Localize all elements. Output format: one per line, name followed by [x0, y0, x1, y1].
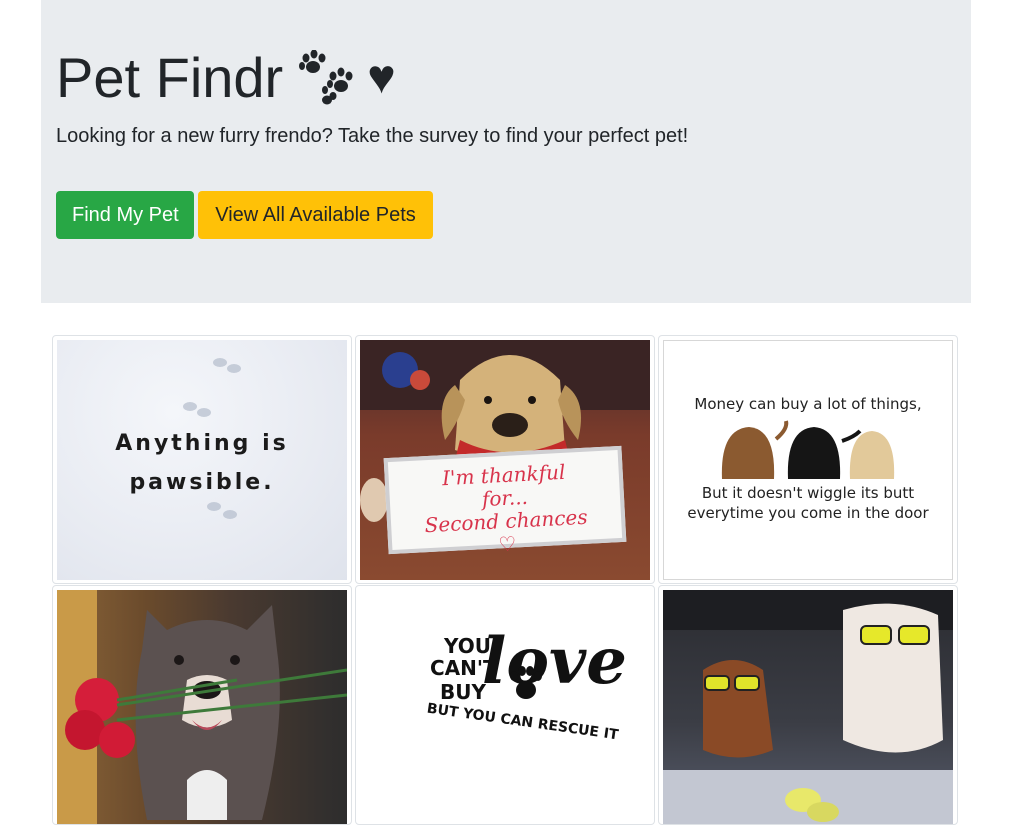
gallery-image-money-wiggle[interactable]: Money can buy a lot of things, But it do… [658, 335, 958, 584]
gallery-image-cant-buy-love[interactable]: YOU CAN'T BUY love BUT YOU CAN RESCUE IT [355, 585, 655, 825]
page-title-text: Pet Findr [56, 46, 284, 109]
view-all-pets-button[interactable]: View All Available Pets [198, 191, 433, 239]
money-wiggle-image: Money can buy a lot of things, But it do… [663, 340, 953, 580]
dogs-in-sunglasses-image [663, 590, 953, 824]
love-script-text: love [482, 624, 627, 699]
gallery-image-thankful-dog[interactable]: I'm thankful for... Second chances ♡ [355, 335, 655, 584]
thankful-sign: I'm thankful for... Second chances ♡ [383, 445, 627, 556]
gallery-image-anything-pawsible[interactable]: Anything is pawsible. [52, 335, 352, 584]
quote-line-2: pawsible. [129, 470, 275, 495]
snow-pawprints-image: Anything is pawsible. [57, 340, 347, 580]
quote-line-1: Anything is [115, 431, 289, 456]
gallery-image-pitbull-roses[interactable] [52, 585, 352, 825]
lead-text: Looking for a new furry frendo? Take the… [56, 125, 689, 147]
lab-with-sign-image: I'm thankful for... Second chances ♡ [360, 340, 650, 580]
dog-butts-icon [721, 420, 895, 479]
money-bottom-line-2: everytime you come in the door [687, 504, 929, 522]
money-bottom-line-1: But it doesn't wiggle its butt [701, 484, 915, 502]
heart-icon: ♥ [367, 51, 396, 104]
gallery-image-dogs-sunglasses[interactable] [658, 585, 958, 825]
pitbull-with-roses-image [57, 590, 347, 824]
paw-heart-icon [510, 666, 542, 699]
money-bottom-lines: But it doesn't wiggle its butt everytime… [664, 483, 952, 523]
love-buy-text: BUY [440, 680, 486, 704]
pawsible-quote: Anything is pawsible. [57, 424, 347, 502]
page-title: Pet Findr ♥ [56, 44, 396, 112]
jumbotron: Pet Findr ♥ Looking for a new furry fren… [41, 0, 971, 303]
rescue-text: BUT YOU CAN RESCUE IT [425, 700, 620, 744]
money-top-line: Money can buy a lot of things, [694, 395, 922, 413]
cant-buy-love-image: YOU CAN'T BUY love BUT YOU CAN RESCUE IT [360, 590, 650, 824]
paw-prints-icon [297, 49, 357, 106]
find-my-pet-button[interactable]: Find My Pet [56, 191, 194, 239]
